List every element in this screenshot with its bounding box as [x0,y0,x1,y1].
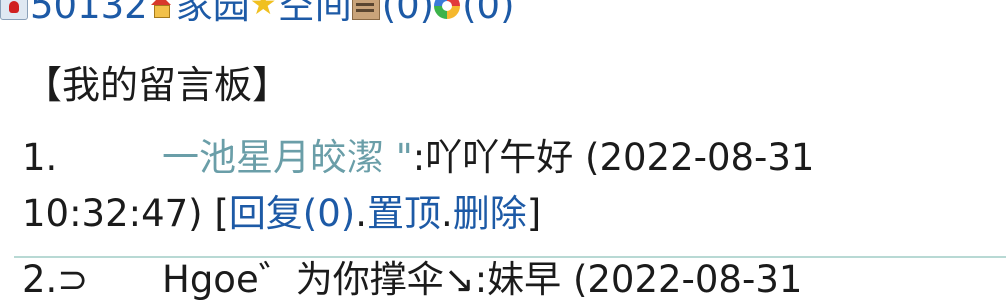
space-link[interactable]: 空间 [278,0,352,34]
circle-icon [434,0,461,19]
board-title: 【我的留言板】 [24,63,291,107]
home-icon [148,0,174,19]
message-line2: 10:32:47) [回复(0).置顶.删除] [22,186,992,242]
home-link[interactable]: 家园 [176,0,250,34]
message-text: :妹早 (2022-08-31 [474,258,803,301]
qq-number-link[interactable]: 50132 [30,0,148,34]
building-icon [351,0,380,20]
qq-icon [0,0,28,20]
reply-link[interactable]: 回复(0) [229,192,355,235]
message-item: 1. 一池星月皎潔 ":吖吖午好 (2022-08-31 10:32:47) [回… [22,130,992,242]
count1-link[interactable]: (0) [382,0,434,34]
message-line1: 1. 一池星月皎潔 ":吖吖午好 (2022-08-31 [22,130,992,186]
message-time: 10:32:47) [ [22,192,229,235]
bracket-close: ] [526,192,542,235]
pin-top-link[interactable]: 置顶 [367,192,441,235]
message-line1: 2.⊃ Hgoe゛为你撑伞↘:妹早 (2022-08-31 [22,252,992,302]
delete-link[interactable]: 删除 [453,192,527,235]
separator: . [355,192,367,235]
top-nav-bar: 50132 家园 空间 (0) (0) [0,0,515,34]
message-item: 2.⊃ Hgoe゛为你撑伞↘:妹早 (2022-08-31 [22,252,992,302]
count2-link[interactable]: (0) [462,0,514,34]
separator: . [441,192,453,235]
message-text: :吖吖午好 (2022-08-31 [412,136,815,179]
message-nickname[interactable]: Hgoe゛为你撑伞↘ [162,258,475,301]
message-nickname[interactable]: 一池星月皎潔 " [162,136,413,179]
message-index: 2.⊃ [22,258,89,301]
message-index: 1. [22,136,58,179]
star-icon [250,0,277,33]
